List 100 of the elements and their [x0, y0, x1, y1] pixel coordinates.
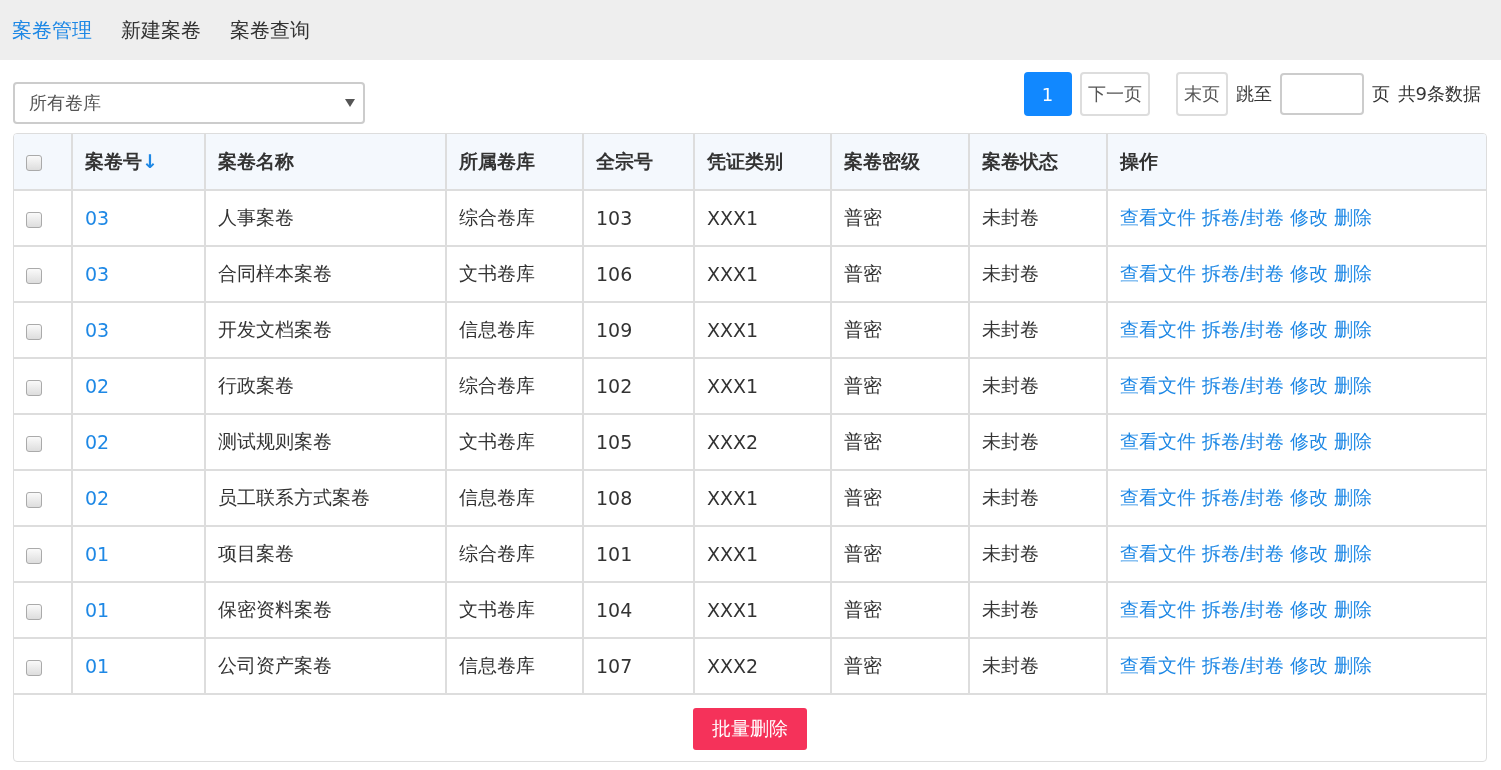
table-cell: 合同样本案卷 — [218, 262, 332, 284]
table-cell: 105 — [596, 431, 633, 453]
batch-delete-button[interactable]: 批量删除 — [693, 708, 807, 750]
volume-number-link[interactable]: 01 — [85, 543, 110, 565]
table-cell: 综合卷库 — [459, 542, 535, 564]
volume-number-link[interactable]: 03 — [85, 319, 110, 341]
action-link[interactable]: 查看文件 — [1120, 317, 1196, 343]
action-link[interactable]: 修改 — [1290, 205, 1329, 231]
action-link[interactable]: 修改 — [1290, 485, 1329, 511]
action-link[interactable]: 修改 — [1290, 597, 1329, 623]
table-cell: 人事案卷 — [218, 206, 294, 228]
action-link[interactable]: 修改 — [1290, 429, 1329, 455]
table-cell: 未封卷 — [982, 206, 1039, 228]
action-link[interactable]: 删除 — [1334, 653, 1373, 679]
action-link[interactable]: 查看文件 — [1120, 653, 1196, 679]
table-cell: 普密 — [844, 542, 882, 564]
table-cell: 普密 — [844, 486, 882, 508]
action-link[interactable]: 查看文件 — [1120, 485, 1196, 511]
action-link[interactable]: 修改 — [1290, 317, 1329, 343]
action-link[interactable]: 拆卷/封卷 — [1202, 653, 1285, 679]
action-link[interactable]: 修改 — [1290, 541, 1329, 567]
table-cell: 102 — [596, 375, 633, 397]
table-cell: XXX1 — [707, 543, 759, 565]
page-input[interactable] — [1279, 73, 1364, 115]
action-link[interactable]: 修改 — [1290, 653, 1329, 679]
row-checkbox[interactable] — [26, 379, 42, 396]
table-cell: 信息卷库 — [459, 318, 535, 340]
table-cell: 未封卷 — [982, 318, 1039, 340]
page-button[interactable]: 1 — [1023, 72, 1072, 116]
row-checkbox[interactable] — [26, 211, 42, 228]
action-link[interactable]: 查看文件 — [1120, 205, 1196, 231]
action-link[interactable]: 拆卷/封卷 — [1202, 485, 1285, 511]
table-cell: 普密 — [844, 430, 882, 452]
table-cell: 普密 — [844, 262, 882, 284]
action-link[interactable]: 删除 — [1334, 485, 1373, 511]
table-cell: 未封卷 — [982, 374, 1039, 396]
nav-tab[interactable]: 案卷管理 — [12, 16, 92, 44]
table-cell: XXX1 — [707, 319, 759, 341]
action-link[interactable]: 拆卷/封卷 — [1202, 429, 1285, 455]
row-checkbox[interactable] — [26, 603, 42, 620]
action-link[interactable]: 拆卷/封卷 — [1202, 317, 1285, 343]
action-link[interactable]: 删除 — [1334, 261, 1373, 287]
table-cell: 文书卷库 — [459, 262, 535, 284]
table-cell: 信息卷库 — [459, 654, 535, 676]
volume-number-link[interactable]: 03 — [85, 207, 110, 229]
volume-number-link[interactable]: 02 — [85, 431, 110, 453]
table-cell: 普密 — [844, 598, 882, 620]
table-cell: 信息卷库 — [459, 486, 535, 508]
table-cell: 106 — [596, 263, 633, 285]
volume-number-link[interactable]: 01 — [85, 655, 110, 677]
row-checkbox[interactable] — [26, 435, 42, 452]
action-link[interactable]: 拆卷/封卷 — [1202, 597, 1285, 623]
row-checkbox[interactable] — [26, 323, 42, 340]
volume-number-link[interactable]: 01 — [85, 599, 110, 621]
action-link[interactable]: 拆卷/封卷 — [1202, 541, 1285, 567]
table-cell: XXX1 — [707, 207, 759, 229]
table-cell: 保密资料案卷 — [218, 598, 332, 620]
next-page-button[interactable]: 下一页 — [1079, 72, 1150, 116]
action-link[interactable]: 查看文件 — [1120, 541, 1196, 567]
row-checkbox[interactable] — [26, 267, 42, 284]
row-checkbox[interactable] — [26, 547, 42, 564]
action-link[interactable]: 修改 — [1290, 373, 1329, 399]
row-checkbox[interactable] — [26, 659, 42, 676]
nav-tab[interactable]: 新建案卷 — [121, 16, 201, 44]
action-link[interactable]: 查看文件 — [1120, 261, 1196, 287]
column-header: 案卷号↓ — [72, 134, 205, 190]
action-link[interactable]: 删除 — [1334, 597, 1373, 623]
action-link[interactable]: 删除 — [1334, 429, 1373, 455]
row-checkbox[interactable] — [26, 491, 42, 508]
table-cell: 文书卷库 — [459, 430, 535, 452]
last-page-button[interactable]: 末页 — [1175, 72, 1228, 116]
volume-number-link[interactable]: 02 — [85, 487, 110, 509]
column-header: 案卷密级 — [831, 134, 969, 190]
table-cell: 109 — [596, 319, 633, 341]
action-link[interactable]: 删除 — [1334, 317, 1373, 343]
action-link[interactable]: 修改 — [1290, 261, 1329, 287]
action-link[interactable]: 拆卷/封卷 — [1202, 373, 1285, 399]
action-link[interactable]: 删除 — [1334, 205, 1373, 231]
action-link[interactable]: 查看文件 — [1120, 429, 1196, 455]
action-link[interactable]: 删除 — [1334, 541, 1373, 567]
volume-number-link[interactable]: 02 — [85, 375, 110, 397]
select-all-checkbox[interactable] — [26, 155, 42, 171]
column-header: 操作 — [1107, 134, 1486, 190]
library-select[interactable]: 所有卷库 — [13, 82, 365, 124]
table-cell: 普密 — [844, 654, 882, 676]
table-cell: 综合卷库 — [459, 374, 535, 396]
action-link[interactable]: 查看文件 — [1120, 373, 1196, 399]
table-cell: 测试规则案卷 — [218, 430, 332, 452]
nav-tab[interactable]: 案卷查询 — [230, 16, 310, 44]
action-link[interactable]: 查看文件 — [1120, 597, 1196, 623]
table-cell: 未封卷 — [982, 430, 1039, 452]
table-cell: 开发文档案卷 — [218, 318, 332, 340]
table-cell: 未封卷 — [982, 654, 1039, 676]
action-link[interactable]: 拆卷/封卷 — [1202, 205, 1285, 231]
action-link[interactable]: 拆卷/封卷 — [1202, 261, 1285, 287]
table-cell: 综合卷库 — [459, 206, 535, 228]
table-cell: XXX1 — [707, 599, 759, 621]
volume-number-link[interactable]: 03 — [85, 263, 110, 285]
table-cell: XXX1 — [707, 487, 759, 509]
action-link[interactable]: 删除 — [1334, 373, 1373, 399]
